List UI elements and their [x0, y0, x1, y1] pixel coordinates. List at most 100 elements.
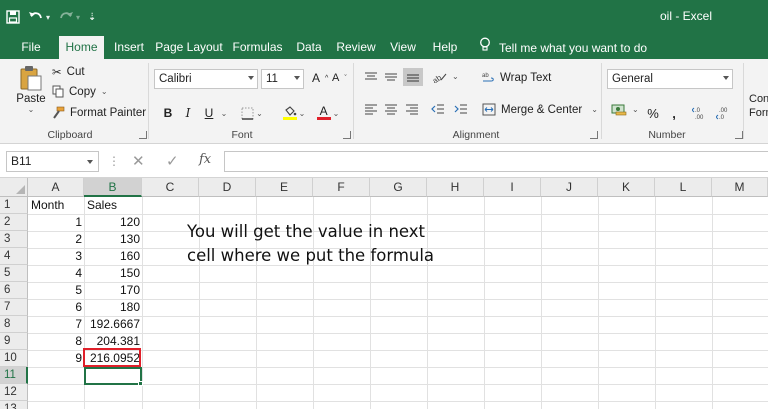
cell-a4[interactable]: 3: [28, 248, 84, 265]
undo-icon[interactable]: ▾: [28, 7, 50, 27]
column-header-c[interactable]: C: [142, 178, 199, 197]
select-all-corner[interactable]: [0, 178, 28, 197]
active-cell-b11[interactable]: [84, 367, 142, 385]
column-header-i[interactable]: I: [484, 178, 541, 197]
column-header-d[interactable]: D: [199, 178, 256, 197]
column-header-m[interactable]: M: [712, 178, 768, 197]
column-header-b[interactable]: B: [84, 178, 142, 197]
column-header-a[interactable]: A: [28, 178, 84, 197]
enter-check-icon[interactable]: ✓: [166, 151, 179, 172]
cell-b5[interactable]: 150: [84, 265, 142, 282]
row-header-4[interactable]: 4: [0, 248, 28, 265]
conditional-formatting-button[interactable]: Con Form: [749, 93, 768, 120]
row-header-13[interactable]: 13: [0, 401, 28, 409]
row-header-10[interactable]: 10: [0, 350, 28, 367]
cell-a7[interactable]: 6: [28, 299, 84, 316]
bold-button[interactable]: B: [160, 103, 176, 123]
tab-review[interactable]: Review: [334, 36, 378, 59]
cell-a10[interactable]: 9: [28, 350, 84, 367]
row-header-6[interactable]: 6: [0, 282, 28, 299]
formula-input[interactable]: [224, 151, 768, 172]
row-header-3[interactable]: 3: [0, 231, 28, 248]
column-header-l[interactable]: L: [655, 178, 712, 197]
cell-b8[interactable]: 192.6667: [84, 316, 142, 333]
tab-home[interactable]: Home: [59, 36, 104, 59]
cell-b6[interactable]: 170: [84, 282, 142, 299]
formula-bar-grip-icon[interactable]: ⋮: [108, 154, 120, 168]
cell-b1[interactable]: Sales: [84, 197, 142, 214]
customize-toolbar-icon[interactable]: ⇣: [88, 7, 96, 27]
tell-me-box[interactable]: Tell me what you want to do: [479, 36, 647, 59]
cell-b3[interactable]: 130: [84, 231, 142, 248]
italic-button[interactable]: I: [180, 103, 196, 123]
borders-button[interactable]: ⌄: [238, 103, 266, 123]
row-header-1[interactable]: 1: [0, 197, 28, 214]
orientation-button[interactable]: ab ⌄: [432, 70, 459, 83]
column-header-e[interactable]: E: [256, 178, 313, 197]
font-launcher-icon[interactable]: [343, 131, 351, 139]
save-icon[interactable]: [6, 7, 20, 27]
cut-button[interactable]: ✂ Cut: [52, 65, 85, 79]
tab-file[interactable]: File: [14, 36, 48, 59]
merge-center-button[interactable]: Merge & Center ⌄: [482, 103, 598, 116]
cell-a8[interactable]: 7: [28, 316, 84, 333]
grow-font-button[interactable]: A ^: [312, 71, 328, 85]
number-format-combo[interactable]: General: [607, 69, 733, 89]
row-header-11[interactable]: 11: [0, 367, 28, 384]
increase-indent-button[interactable]: [454, 103, 468, 115]
decrease-decimal-button[interactable]: .00.0: [716, 103, 732, 123]
name-box[interactable]: B11: [6, 151, 99, 172]
tab-insert[interactable]: Insert: [110, 36, 148, 59]
cell-b2[interactable]: 120: [84, 214, 142, 231]
cancel-icon[interactable]: ✕: [132, 151, 145, 172]
align-top-button[interactable]: [364, 71, 378, 83]
increase-decimal-button[interactable]: .0.00: [692, 103, 708, 123]
cell-a5[interactable]: 4: [28, 265, 84, 282]
font-name-combo[interactable]: Calibri: [154, 69, 258, 89]
copy-button[interactable]: Copy ⌄: [52, 85, 108, 98]
cell-a3[interactable]: 2: [28, 231, 84, 248]
tab-page-layout[interactable]: Page Layout: [155, 36, 223, 59]
wrap-text-button[interactable]: ab Wrap Text: [482, 71, 551, 84]
cell-a2[interactable]: 1: [28, 214, 84, 231]
column-header-h[interactable]: H: [427, 178, 484, 197]
paste-button[interactable]: Paste ⌄: [15, 65, 47, 114]
align-middle-button[interactable]: [384, 71, 398, 83]
column-header-k[interactable]: K: [598, 178, 655, 197]
decrease-indent-button[interactable]: [431, 103, 445, 115]
clipboard-launcher-icon[interactable]: [139, 131, 147, 139]
column-header-g[interactable]: G: [370, 178, 427, 197]
tab-view[interactable]: View: [386, 36, 420, 59]
row-header-8[interactable]: 8: [0, 316, 28, 333]
align-bottom-button[interactable]: [403, 68, 423, 86]
insert-function-icon[interactable]: fx: [199, 152, 211, 167]
redo-icon[interactable]: ▾: [58, 7, 80, 27]
tab-data[interactable]: Data: [292, 36, 326, 59]
row-header-2[interactable]: 2: [0, 214, 28, 231]
accounting-format-button[interactable]: ⌄: [611, 103, 639, 116]
format-painter-button[interactable]: Format Painter: [52, 106, 146, 119]
tab-formulas[interactable]: Formulas: [230, 36, 285, 59]
tab-help[interactable]: Help: [428, 36, 462, 59]
cell-b7[interactable]: 180: [84, 299, 142, 316]
shrink-font-button[interactable]: Aˇ: [332, 72, 347, 84]
row-header-7[interactable]: 7: [0, 299, 28, 316]
cell-a6[interactable]: 5: [28, 282, 84, 299]
worksheet-grid[interactable]: A B C D E F G H I J K L M 1 2 3 4 5 6 7 …: [0, 178, 768, 409]
row-header-12[interactable]: 12: [0, 384, 28, 401]
font-size-combo[interactable]: 11: [261, 69, 304, 89]
underline-button[interactable]: U: [201, 103, 217, 123]
comma-style-button[interactable]: ,: [669, 103, 679, 123]
number-launcher-icon[interactable]: [735, 131, 743, 139]
cell-a9[interactable]: 8: [28, 333, 84, 350]
column-header-f[interactable]: F: [313, 178, 370, 197]
row-header-9[interactable]: 9: [0, 333, 28, 350]
fill-handle[interactable]: [138, 381, 143, 386]
align-center-button[interactable]: [384, 103, 398, 115]
fill-color-button[interactable]: ⌄: [280, 103, 308, 123]
underline-dropdown-icon[interactable]: ⌄: [219, 103, 229, 123]
alignment-launcher-icon[interactable]: [590, 131, 598, 139]
cell-a1[interactable]: Month: [28, 197, 84, 214]
percent-style-button[interactable]: %: [646, 103, 660, 123]
column-header-j[interactable]: J: [541, 178, 598, 197]
